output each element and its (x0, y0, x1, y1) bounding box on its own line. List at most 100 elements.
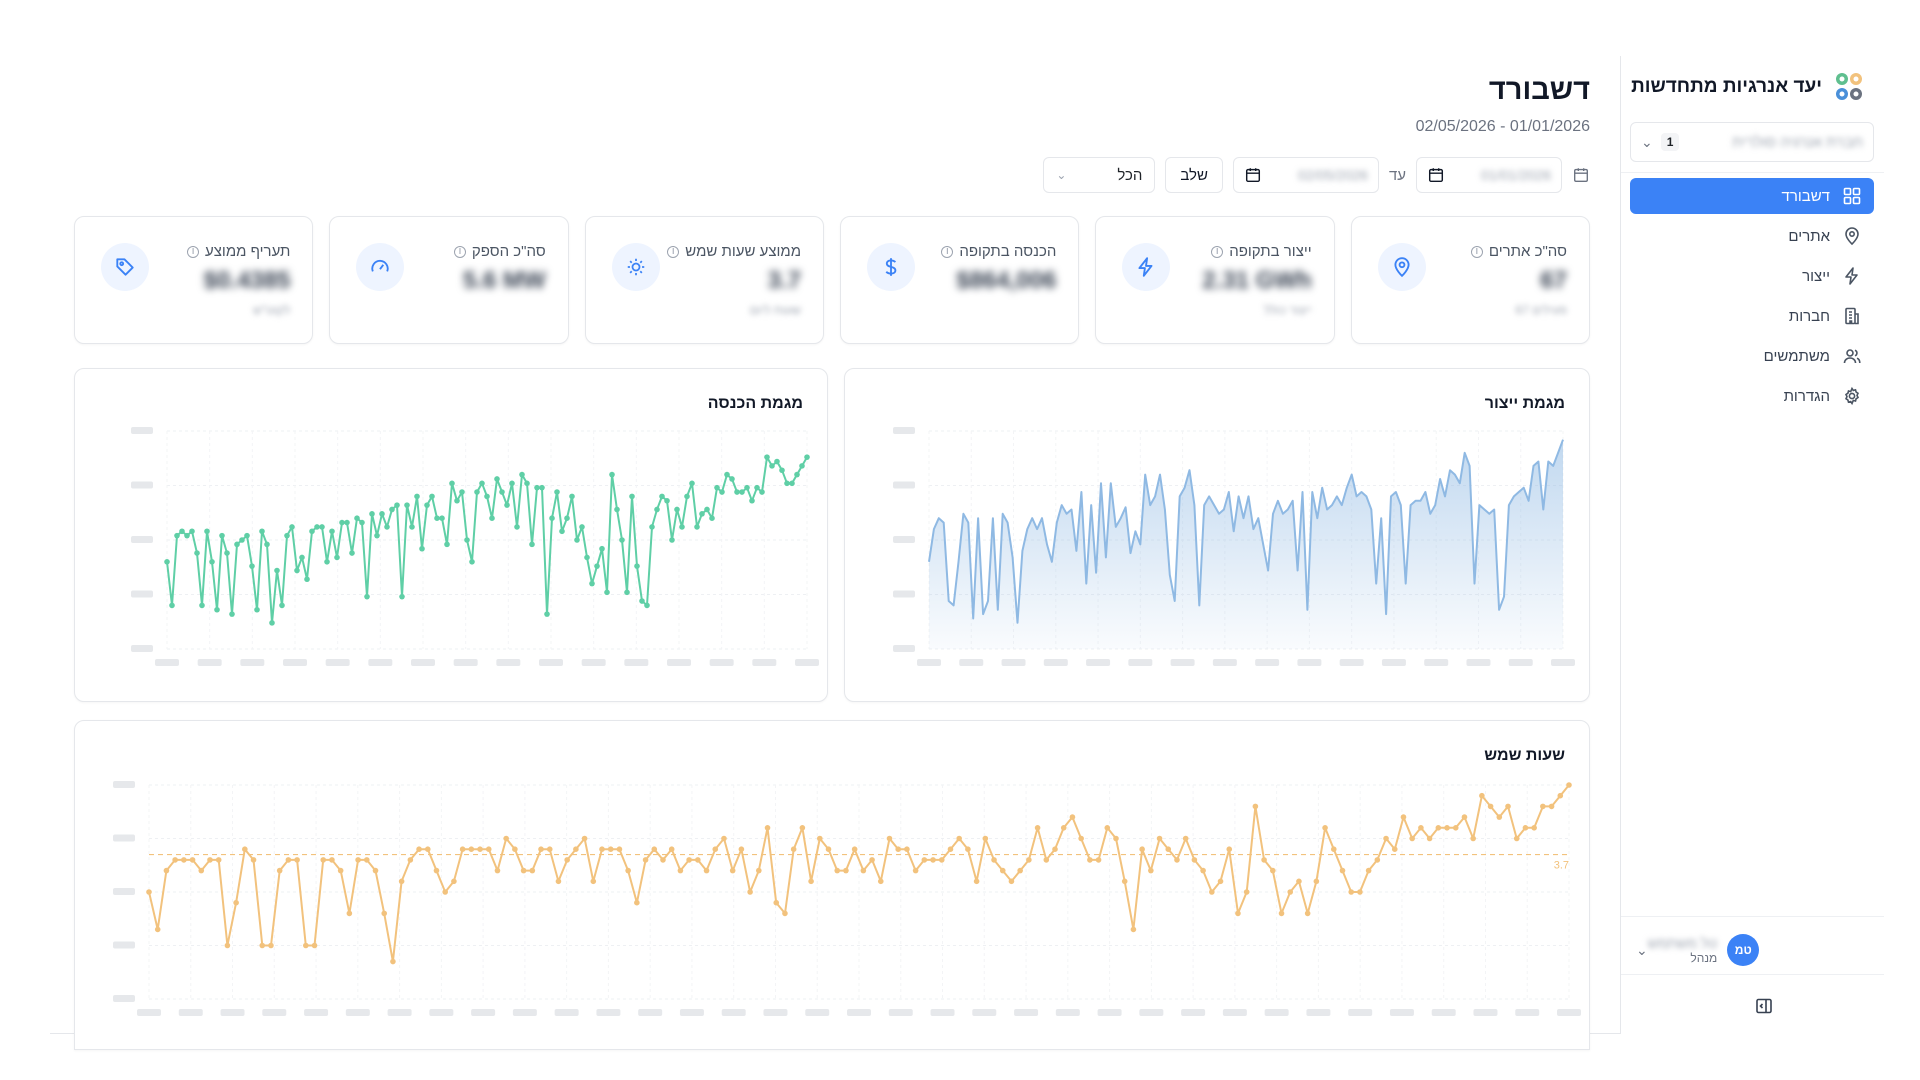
kpi-label: הכנסה בתקופה i (941, 243, 1056, 260)
calendar-icon (1245, 168, 1260, 183)
x-tick-label (1097, 1009, 1122, 1016)
data-point (1174, 857, 1180, 863)
data-point (464, 537, 470, 543)
data-point (419, 545, 425, 552)
data-point (1270, 867, 1276, 874)
data-point (695, 857, 701, 863)
income-trend-chart[interactable] (75, 369, 828, 702)
gear-icon (1844, 386, 1860, 406)
sidebar-collapse-icon[interactable] (1754, 996, 1774, 1016)
data-point (169, 602, 175, 609)
data-point (1130, 926, 1137, 933)
data-point (546, 846, 553, 852)
data-point (329, 528, 335, 535)
sidebar-item-label: דשבורד (1781, 187, 1830, 205)
data-point (538, 846, 544, 852)
info-icon[interactable]: i (941, 245, 954, 258)
x-tick-label (709, 659, 734, 666)
data-point (769, 463, 775, 469)
app-frame: יעד אנרגיות מתחדשות ⌄ 1 חברת אנרגיה סולר… (50, 56, 1884, 1050)
info-icon[interactable]: i (1470, 245, 1483, 258)
sidebar-item-sites[interactable]: אתרים (1630, 218, 1874, 254)
data-point (1557, 792, 1564, 799)
sidebar-item-users[interactable]: משתמשים (1630, 338, 1874, 374)
dashboard-icon (1843, 187, 1861, 205)
data-point (494, 476, 500, 482)
info-icon[interactable]: i (1211, 245, 1224, 258)
data-point (289, 524, 295, 530)
data-point (233, 899, 239, 906)
sidebar-item-settings[interactable]: הגדרות (1630, 378, 1874, 414)
data-point (1322, 825, 1328, 831)
info-icon[interactable]: i (667, 245, 680, 258)
x-tick-label (1086, 659, 1111, 666)
data-point (503, 835, 509, 842)
data-point (677, 867, 684, 874)
data-point (599, 545, 605, 552)
data-point (1296, 878, 1302, 885)
data-point (514, 524, 520, 530)
data-point (181, 857, 187, 863)
data-point (172, 857, 178, 863)
production-trend-card: מגמת ייצור (844, 368, 1590, 702)
data-point (249, 563, 255, 569)
data-point (1313, 878, 1320, 885)
data-point (789, 480, 795, 487)
data-point (649, 524, 655, 530)
sidebar-item-production[interactable]: ייצור (1630, 258, 1874, 294)
to-date-input[interactable]: 02/05/2026 (1232, 157, 1379, 193)
info-icon[interactable]: i (453, 245, 466, 258)
data-point (449, 480, 455, 487)
x-tick-label (1339, 659, 1364, 666)
data-point (549, 515, 555, 521)
merge-button[interactable]: שלב (1165, 157, 1223, 193)
data-point (607, 846, 614, 852)
data-point (1026, 857, 1032, 863)
data-point (414, 493, 420, 500)
x-tick-label (240, 659, 265, 666)
data-point (886, 835, 893, 842)
data-point (1034, 825, 1041, 831)
data-point (274, 567, 280, 574)
data-point (224, 550, 230, 556)
data-point (207, 857, 213, 863)
site-filter-select[interactable]: ⌄ הכל (1043, 157, 1156, 193)
kpi-subtext: שעות ליום (749, 303, 802, 317)
info-icon[interactable]: i (187, 245, 200, 258)
production-trend-chart[interactable] (845, 369, 1590, 702)
data-point (429, 493, 435, 500)
data-point (1209, 889, 1215, 895)
kpi-label-text: ייצור בתקופה (1229, 243, 1312, 260)
data-point (1156, 835, 1163, 842)
kpi-value: 5.6 MW (463, 267, 546, 294)
data-point (674, 506, 680, 513)
data-point (614, 506, 620, 513)
x-tick-label (178, 1009, 203, 1016)
data-point (774, 458, 780, 465)
data-point (581, 835, 588, 842)
user-menu[interactable]: ⌄ טל משתמש מנהל טמ (1620, 922, 1884, 978)
x-tick-label (368, 659, 393, 666)
organization-select[interactable]: ⌄ 1 חברת אנרגיה סולרית (1630, 122, 1874, 162)
data-point (439, 515, 445, 521)
sidebar-item-label: חברות (1788, 307, 1830, 325)
data-point (590, 878, 597, 885)
from-date-input[interactable]: 01/01/2026 (1416, 157, 1562, 193)
sun-hours-chart[interactable]: 3.7 (75, 721, 1590, 1050)
data-point (314, 524, 320, 530)
data-point (799, 463, 805, 469)
x-tick-label (581, 659, 606, 666)
data-point (242, 846, 248, 852)
sidebar-item-companies[interactable]: חברות (1630, 298, 1874, 334)
y-tick-label (893, 481, 915, 489)
data-point (764, 454, 770, 460)
x-tick-label (1431, 1009, 1456, 1016)
data-point (509, 480, 515, 487)
data-point (189, 857, 196, 863)
x-tick-label (1473, 1009, 1498, 1016)
sidebar-item-dashboard[interactable]: דשבורד (1630, 178, 1874, 214)
data-point (1531, 825, 1537, 831)
data-point (756, 867, 762, 874)
brand[interactable]: יעד אנרגיות מתחדשות (1631, 68, 1866, 106)
x-tick-label (752, 659, 777, 666)
